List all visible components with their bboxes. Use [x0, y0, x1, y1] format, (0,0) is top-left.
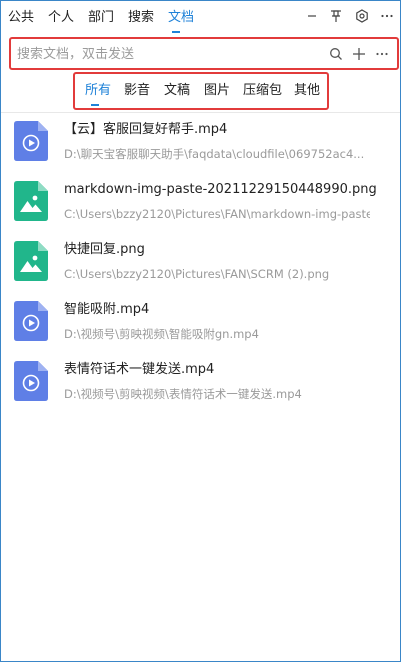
- settings-icon[interactable]: [353, 7, 371, 25]
- divider: [1, 112, 400, 113]
- file-name: 智能吸附.mp4: [64, 302, 150, 317]
- list-item[interactable]: 表情符话术一键发送.mp4 D:\视频号\剪映视频\表情符话术一键发送.mp4: [1, 360, 400, 418]
- image-file-icon: [14, 181, 48, 221]
- file-name: 快捷回复.png: [64, 242, 145, 257]
- list-item[interactable]: 智能吸附.mp4 D:\视频号\剪映视频\智能吸附gn.mp4: [1, 300, 400, 358]
- minimize-icon[interactable]: [303, 7, 321, 25]
- list-item[interactable]: markdown-img-paste-20211229150448990.png…: [1, 180, 400, 238]
- active-tab-indicator: [172, 31, 180, 33]
- tab-search[interactable]: 搜索: [128, 10, 154, 26]
- file-path: C:\Users\bzzy2120\Pictures\FAN\markdown-…: [64, 207, 370, 221]
- document-panel-window: 公共 个人 部门 搜索 文档 所有 影音 文: [0, 0, 401, 662]
- add-icon[interactable]: [350, 45, 368, 63]
- video-file-icon: [14, 121, 48, 161]
- tab-personal[interactable]: 个人: [48, 10, 74, 26]
- filter-images[interactable]: 图片: [204, 83, 230, 99]
- active-filter-indicator: [91, 104, 99, 106]
- file-name: 表情符话术一键发送.mp4: [64, 362, 215, 377]
- more-icon[interactable]: [378, 7, 396, 25]
- search-bar: [9, 37, 399, 70]
- search-more-icon[interactable]: [373, 45, 391, 63]
- video-file-icon: [14, 301, 48, 341]
- file-type-filter: 所有 影音 文稿 图片 压缩包 其他: [73, 72, 329, 110]
- search-icon[interactable]: [327, 45, 345, 63]
- filter-archives[interactable]: 压缩包: [243, 83, 282, 99]
- tab-documents[interactable]: 文档: [168, 10, 194, 26]
- video-file-icon: [14, 361, 48, 401]
- image-file-icon: [14, 241, 48, 281]
- file-name: 【云】客服回复好帮手.mp4: [64, 122, 228, 137]
- file-path: D:\聊天宝客服聊天助手\faqdata\cloudfile\069752ac4…: [64, 147, 365, 161]
- filter-documents[interactable]: 文稿: [164, 83, 190, 99]
- file-path: D:\视频号\剪映视频\智能吸附gn.mp4: [64, 327, 259, 341]
- tab-public[interactable]: 公共: [8, 10, 34, 26]
- search-input[interactable]: [17, 45, 317, 63]
- filter-all[interactable]: 所有: [85, 83, 111, 99]
- list-item[interactable]: 快捷回复.png C:\Users\bzzy2120\Pictures\FAN\…: [1, 240, 400, 298]
- file-name: markdown-img-paste-20211229150448990.png: [64, 182, 377, 197]
- pin-icon[interactable]: [327, 7, 345, 25]
- top-nav: 公共 个人 部门 搜索 文档: [1, 1, 400, 35]
- file-path: D:\视频号\剪映视频\表情符话术一键发送.mp4: [64, 387, 302, 401]
- tab-department[interactable]: 部门: [88, 10, 114, 26]
- filter-other[interactable]: 其他: [294, 83, 320, 99]
- file-path: C:\Users\bzzy2120\Pictures\FAN\SCRM (2).…: [64, 267, 330, 281]
- filter-media[interactable]: 影音: [124, 83, 150, 99]
- list-item[interactable]: 【云】客服回复好帮手.mp4 D:\聊天宝客服聊天助手\faqdata\clou…: [1, 120, 400, 178]
